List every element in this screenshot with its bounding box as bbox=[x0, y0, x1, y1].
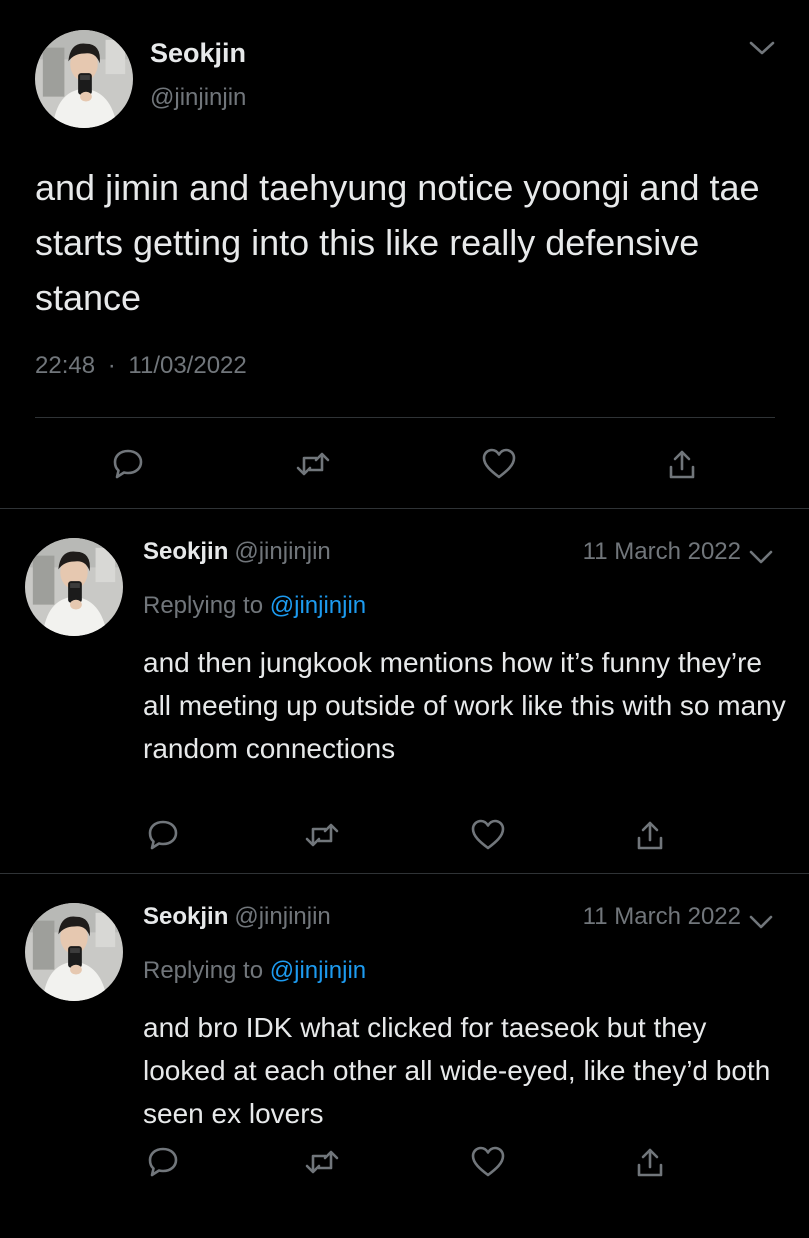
tweet-time: 22:48 bbox=[35, 352, 96, 379]
reply-date[interactable]: 11 March 2022 bbox=[583, 903, 741, 931]
replying-label: Replying to bbox=[143, 957, 264, 984]
like-icon[interactable] bbox=[468, 815, 508, 855]
retweet-icon[interactable] bbox=[293, 444, 333, 484]
share-icon[interactable] bbox=[630, 1142, 670, 1182]
chevron-down-icon[interactable] bbox=[748, 38, 776, 58]
replying-to-link[interactable]: @jinjinjin bbox=[270, 592, 366, 619]
like-icon[interactable] bbox=[468, 1142, 508, 1182]
avatar[interactable] bbox=[35, 30, 133, 128]
tweet-actions bbox=[0, 1138, 809, 1188]
author-handle[interactable]: @jinjinjin bbox=[234, 903, 330, 930]
retweet-icon[interactable] bbox=[302, 815, 342, 855]
retweet-icon[interactable] bbox=[302, 1142, 342, 1182]
reply-icon[interactable] bbox=[143, 1142, 183, 1182]
chevron-down-icon[interactable] bbox=[747, 548, 775, 566]
reply-icon[interactable] bbox=[108, 444, 148, 484]
author-name[interactable]: Seokjin bbox=[143, 538, 228, 565]
author-name[interactable]: Seokjin bbox=[143, 903, 228, 930]
reply-date[interactable]: 11 March 2022 bbox=[583, 538, 741, 566]
replying-to: Replying to @jinjinjin bbox=[143, 957, 366, 985]
tweet-timestamp: 22:48 · 11/03/2022 bbox=[35, 352, 247, 380]
avatar[interactable] bbox=[25, 538, 123, 636]
divider bbox=[35, 417, 775, 418]
reply-author: Seokjin @jinjinjin bbox=[143, 538, 331, 566]
tweet-text: and then jungkook mentions how it’s funn… bbox=[143, 647, 786, 764]
tweet-date: 11/03/2022 bbox=[128, 352, 247, 379]
tweet-actions bbox=[0, 440, 809, 490]
author-handle[interactable]: @jinjinjin bbox=[234, 538, 330, 565]
tweet-text: and bro IDK what clicked for taeseok but… bbox=[143, 1012, 771, 1129]
share-icon[interactable] bbox=[662, 444, 702, 484]
tweet-actions bbox=[0, 811, 809, 861]
replying-to: Replying to @jinjinjin bbox=[143, 592, 366, 620]
meta-separator: · bbox=[107, 352, 116, 379]
like-icon[interactable] bbox=[479, 444, 519, 484]
reply-icon[interactable] bbox=[143, 815, 183, 855]
replying-label: Replying to bbox=[143, 592, 264, 619]
author-name[interactable]: Seokjin bbox=[150, 38, 246, 69]
tweet-text: and jimin and taehyung notice yoongi and… bbox=[35, 167, 760, 318]
reply-tweet: Seokjin @jinjinjin 11 March 2022 Replying… bbox=[0, 508, 809, 873]
author-handle[interactable]: @jinjinjin bbox=[150, 84, 246, 112]
main-tweet: Seokjin @jinjinjin and jimin and taehyun… bbox=[0, 0, 809, 508]
reply-author: Seokjin @jinjinjin bbox=[143, 903, 331, 931]
reply-tweet: Seokjin @jinjinjin 11 March 2022 Replying… bbox=[0, 873, 809, 1238]
replying-to-link[interactable]: @jinjinjin bbox=[270, 957, 366, 984]
avatar[interactable] bbox=[25, 903, 123, 1001]
share-icon[interactable] bbox=[630, 815, 670, 855]
chevron-down-icon[interactable] bbox=[747, 913, 775, 931]
